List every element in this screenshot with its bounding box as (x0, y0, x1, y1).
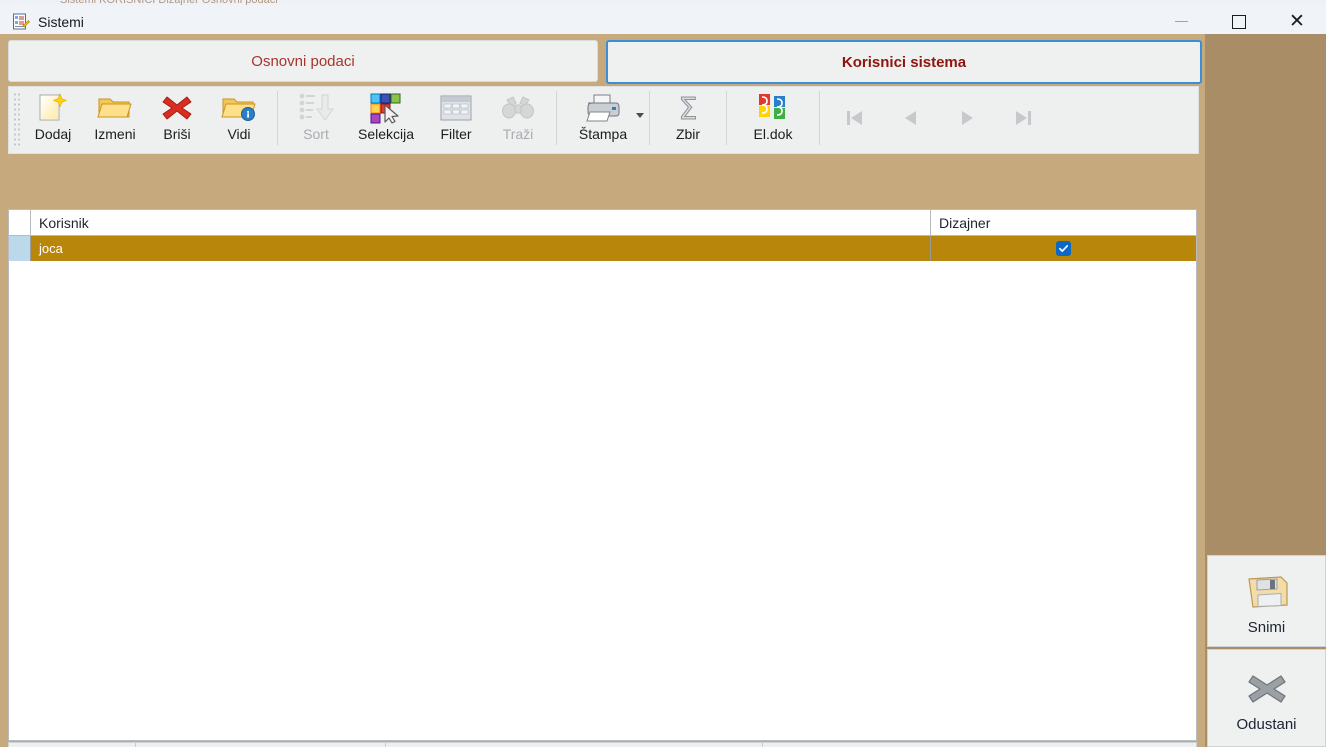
toolbar-button-selekcija-label: Selekcija (357, 126, 415, 142)
grid-header-dizajner[interactable]: Dizajner (931, 210, 1196, 235)
status-cell-3 (386, 743, 763, 747)
toolbar-button-stampa-label: Štampa (578, 126, 628, 142)
toolbar-button-trazi[interactable]: Traži (487, 87, 549, 149)
cell-korisnik[interactable]: joca (31, 236, 931, 261)
toolbar-button-izmeni-label: Izmeni (94, 126, 136, 142)
printer-icon (583, 91, 623, 125)
grid-header-selector (9, 210, 31, 235)
form-list-edit-icon (12, 13, 30, 31)
toolbar-drag-grip[interactable] (12, 91, 20, 147)
tab-korisnici-sistema[interactable]: Korisnici sistema (606, 40, 1202, 84)
side-action-panel: Snimi Odustani (1205, 34, 1326, 747)
open-folder-icon (95, 91, 135, 125)
toolbar-button-vidi[interactable]: Vidi (208, 87, 270, 149)
toolbar-separator-1 (277, 91, 278, 145)
skip-to-start-icon (847, 111, 862, 125)
sigma-sum-icon: Σ (668, 91, 708, 125)
toolbar-button-zbir[interactable]: Σ Zbir (657, 87, 719, 149)
new-document-star-icon (33, 91, 73, 125)
triangle-right-icon (962, 111, 973, 125)
toolbar-separator-4 (726, 91, 727, 145)
toolbar-button-eldok[interactable]: El.dok (734, 87, 812, 149)
chevron-down-icon[interactable] (636, 113, 644, 118)
toolbar-button-dodaj[interactable]: Dodaj (22, 87, 84, 149)
skip-to-end-icon (1016, 111, 1031, 125)
status-cell-2 (136, 743, 386, 747)
data-grid[interactable]: Korisnik Dizajner joca (8, 209, 1197, 741)
toolbar-button-dodaj-label: Dodaj (34, 126, 72, 142)
checkbox-checked-icon[interactable] (1056, 241, 1071, 256)
toolbar-button-brisi[interactable]: Briši (146, 87, 208, 149)
tab-osnovni-podaci-label: Osnovni podaci (251, 52, 355, 70)
floppy-save-icon (1239, 567, 1295, 617)
save-button[interactable]: Snimi (1207, 555, 1326, 647)
app-window: Sistemi KORISNICI Dizajner Osnovni podac… (0, 0, 1326, 747)
toolbar-button-sort[interactable]: Sort (285, 87, 347, 149)
form-area: Osnovni podaci Korisnici sistema Dodaj I… (0, 34, 1205, 747)
table-row[interactable]: joca (9, 236, 1196, 261)
nav-next-record[interactable] (939, 87, 995, 149)
multi-select-cursor-icon (366, 91, 406, 125)
toolbar-separator-3 (649, 91, 650, 145)
toolbar: Dodaj Izmeni Briši Vidi Sort Selekcija F… (8, 86, 1199, 154)
toolbar-button-sort-label: Sort (303, 126, 329, 142)
window-client-area: Osnovni podaci Korisnici sistema Dodaj I… (0, 34, 1326, 747)
toolbar-button-vidi-label: Vidi (227, 126, 251, 142)
folder-info-icon (219, 91, 259, 125)
toolbar-button-selekcija[interactable]: Selekcija (347, 87, 425, 149)
toolbar-button-trazi-label: Traži (502, 126, 534, 142)
toolbar-button-filter[interactable]: Filter (425, 87, 487, 149)
toolbar-button-izmeni[interactable]: Izmeni (84, 87, 146, 149)
grid-header-row: Korisnik Dizajner (9, 210, 1196, 236)
tab-korisnici-sistema-label: Korisnici sistema (841, 53, 967, 71)
grid-header-korisnik[interactable]: Korisnik (31, 210, 931, 235)
cell-dizajner[interactable] (931, 236, 1196, 261)
toolbar-button-brisi-label: Briši (163, 126, 191, 142)
sort-down-arrow-icon (296, 91, 336, 125)
nav-first-record[interactable] (827, 87, 883, 149)
window-title: Sistemi (38, 13, 84, 30)
toolbar-button-zbir-label: Zbir (675, 126, 701, 142)
status-bar: 1 / 1 (8, 742, 1197, 747)
nav-previous-record[interactable] (883, 87, 939, 149)
triangle-left-icon (905, 111, 916, 125)
nav-last-record[interactable] (995, 87, 1051, 149)
filter-table-icon (436, 91, 476, 125)
toolbar-separator-2 (556, 91, 557, 145)
electronic-documents-icon (753, 91, 793, 125)
toolbar-button-stampa[interactable]: Štampa (564, 87, 644, 149)
toolbar-button-filter-label: Filter (440, 126, 472, 142)
svg-text:Σ: Σ (679, 92, 698, 124)
binoculars-icon (498, 91, 538, 125)
status-cell-4 (763, 743, 1196, 747)
cancel-button-label: Odustani (1236, 715, 1297, 733)
tab-strip: Osnovni podaci Korisnici sistema (0, 38, 1205, 86)
toolbar-button-eldok-label: El.dok (753, 126, 793, 142)
status-record-counter: 1 / 1 (9, 743, 136, 747)
cancel-button[interactable]: Odustani (1207, 649, 1326, 747)
save-button-label: Snimi (1247, 618, 1286, 636)
toolbar-separator-5 (819, 91, 820, 145)
gray-x-cancel-icon (1239, 664, 1295, 714)
tab-osnovni-podaci[interactable]: Osnovni podaci (8, 40, 598, 82)
row-selector-cell[interactable] (9, 236, 31, 261)
red-x-icon (157, 91, 197, 125)
